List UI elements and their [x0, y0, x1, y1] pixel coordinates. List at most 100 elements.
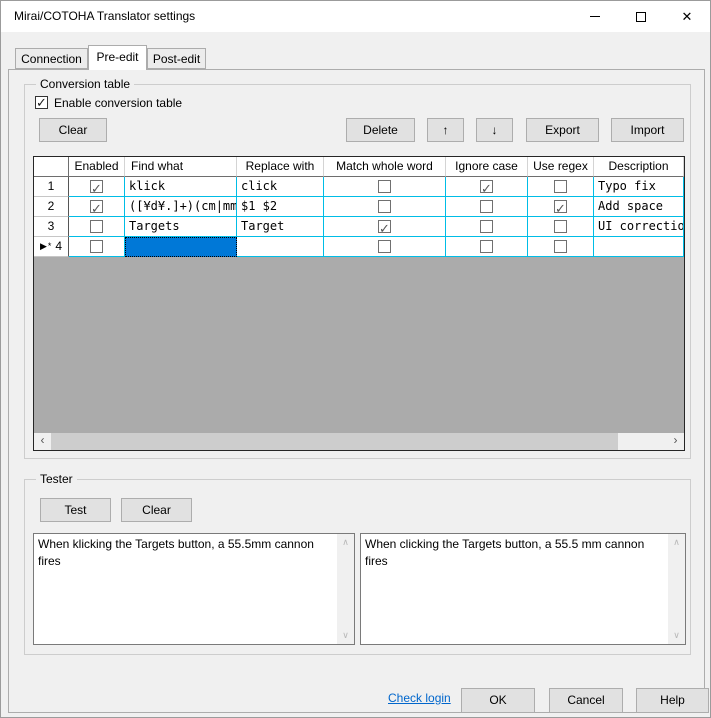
tester-input-text[interactable]: When klicking the Targets button, a 55.5… [34, 534, 337, 644]
tab-connection[interactable]: Connection [15, 48, 88, 69]
tester-output-scrollbar[interactable]: ∧ ∨ [668, 534, 685, 644]
cell-find-2[interactable]: ([¥d¥.]+)(cm|mm) [125, 197, 237, 217]
enable-conversion-label: Enable conversion table [54, 96, 182, 110]
cancel-button[interactable]: Cancel [549, 688, 623, 713]
cell-replace-2[interactable]: $1 $2 [237, 197, 324, 217]
column-header-ignore-case[interactable]: Ignore case [446, 157, 528, 177]
scroll-right-icon[interactable]: › [667, 433, 684, 450]
ignore-case-checkbox[interactable] [480, 240, 493, 253]
cell-ignore-case-2[interactable] [446, 197, 528, 217]
delete-row-button[interactable]: Delete [346, 118, 415, 142]
cell-find-3[interactable]: Targets [125, 217, 237, 237]
export-button[interactable]: Export [526, 118, 599, 142]
scrollbar-thumb[interactable] [51, 433, 618, 450]
tester-group-label: Tester [36, 472, 77, 487]
conversion-table-group-label: Conversion table [36, 77, 134, 92]
cell-ignore-case-1[interactable] [446, 177, 528, 197]
cell-enabled-1[interactable] [69, 177, 125, 197]
title-bar[interactable]: Mirai/COTOHA Translator settings ✕ [1, 1, 710, 32]
cell-description-1[interactable]: Typo fix [594, 177, 684, 197]
cell-enabled-2[interactable] [69, 197, 125, 217]
close-button[interactable]: ✕ [664, 1, 710, 32]
cell-description-4[interactable] [594, 237, 684, 257]
scroll-down-icon[interactable]: ∨ [337, 627, 354, 644]
up-arrow-icon: ↑ [443, 123, 449, 137]
cell-replace-4[interactable] [237, 237, 324, 257]
row-header-2[interactable]: 2 [34, 197, 69, 217]
ok-button[interactable]: OK [461, 688, 535, 713]
enabled-checkbox[interactable] [90, 220, 103, 233]
tester-clear-button[interactable]: Clear [121, 498, 192, 522]
cell-ignore-case-4[interactable] [446, 237, 528, 257]
tab-post-edit[interactable]: Post-edit [147, 48, 206, 69]
import-button[interactable]: Import [611, 118, 684, 142]
scroll-down-icon[interactable]: ∨ [668, 627, 685, 644]
column-header-description[interactable]: Description [594, 157, 684, 177]
minimize-button[interactable] [572, 1, 618, 32]
cell-replace-3[interactable]: Target [237, 217, 324, 237]
cell-use-regex-2[interactable] [528, 197, 594, 217]
window-title: Mirai/COTOHA Translator settings [14, 1, 195, 32]
use-regex-checkbox[interactable] [554, 200, 567, 213]
row-header-4[interactable]: ▶*4 [34, 237, 69, 257]
test-button[interactable]: Test [40, 498, 111, 522]
cell-enabled-4[interactable] [69, 237, 125, 257]
cell-find-1[interactable]: klick [125, 177, 237, 197]
scroll-left-icon[interactable]: ‹ [34, 433, 51, 450]
grid-body: 1 klick click Typo fix 2 ([¥d¥.]+)(cm|mm… [34, 177, 684, 257]
table-row-1: 1 klick click Typo fix [34, 177, 684, 197]
scroll-up-icon[interactable]: ∧ [337, 534, 354, 551]
column-header-enabled[interactable]: Enabled [69, 157, 125, 177]
scroll-up-icon[interactable]: ∧ [668, 534, 685, 551]
ignore-case-checkbox[interactable] [480, 180, 493, 193]
cell-find-4-selected[interactable] [125, 237, 237, 257]
tester-output-text[interactable]: When clicking the Targets button, a 55.5… [361, 534, 668, 644]
cell-whole-word-1[interactable] [324, 177, 446, 197]
tab-page-pre-edit: Conversion table Enable conversion table… [8, 69, 705, 713]
check-login-link[interactable]: Check login [388, 688, 458, 708]
table-row-2: 2 ([¥d¥.]+)(cm|mm) $1 $2 Add space [34, 197, 684, 217]
maximize-button[interactable] [618, 1, 664, 32]
current-new-row-icon: ▶* [40, 237, 52, 256]
enabled-checkbox[interactable] [90, 240, 103, 253]
cell-ignore-case-3[interactable] [446, 217, 528, 237]
column-header-use-regex[interactable]: Use regex [528, 157, 594, 177]
cell-description-3[interactable]: UI correction [594, 217, 684, 237]
grid-corner-header[interactable] [34, 157, 69, 177]
help-button[interactable]: Help [636, 688, 709, 713]
row-header-3[interactable]: 3 [34, 217, 69, 237]
ignore-case-checkbox[interactable] [480, 200, 493, 213]
whole-word-checkbox[interactable] [378, 180, 391, 193]
use-regex-checkbox[interactable] [554, 180, 567, 193]
clear-table-button[interactable]: Clear [39, 118, 107, 142]
move-down-button[interactable]: ↓ [476, 118, 513, 142]
whole-word-checkbox[interactable] [378, 220, 391, 233]
whole-word-checkbox[interactable] [378, 200, 391, 213]
tester-input-scrollbar[interactable]: ∧ ∨ [337, 534, 354, 644]
cell-description-2[interactable]: Add space [594, 197, 684, 217]
column-header-replace-with[interactable]: Replace with [237, 157, 324, 177]
row-header-1[interactable]: 1 [34, 177, 69, 197]
tab-pre-edit[interactable]: Pre-edit [88, 45, 147, 70]
tester-output-textbox[interactable]: When clicking the Targets button, a 55.5… [360, 533, 686, 645]
enabled-checkbox[interactable] [90, 200, 103, 213]
cell-replace-1[interactable]: click [237, 177, 324, 197]
whole-word-checkbox[interactable] [378, 240, 391, 253]
grid-horizontal-scrollbar[interactable]: ‹ › [34, 433, 684, 450]
use-regex-checkbox[interactable] [554, 240, 567, 253]
move-up-button[interactable]: ↑ [427, 118, 464, 142]
enable-conversion-checkbox[interactable] [35, 96, 48, 109]
tester-input-textbox[interactable]: When klicking the Targets button, a 55.5… [33, 533, 355, 645]
column-header-match-whole-word[interactable]: Match whole word [324, 157, 446, 177]
cell-whole-word-2[interactable] [324, 197, 446, 217]
column-header-find-what[interactable]: Find what [125, 157, 237, 177]
enabled-checkbox[interactable] [90, 180, 103, 193]
use-regex-checkbox[interactable] [554, 220, 567, 233]
cell-use-regex-4[interactable] [528, 237, 594, 257]
cell-whole-word-4[interactable] [324, 237, 446, 257]
cell-use-regex-3[interactable] [528, 217, 594, 237]
cell-use-regex-1[interactable] [528, 177, 594, 197]
cell-enabled-3[interactable] [69, 217, 125, 237]
ignore-case-checkbox[interactable] [480, 220, 493, 233]
cell-whole-word-3[interactable] [324, 217, 446, 237]
